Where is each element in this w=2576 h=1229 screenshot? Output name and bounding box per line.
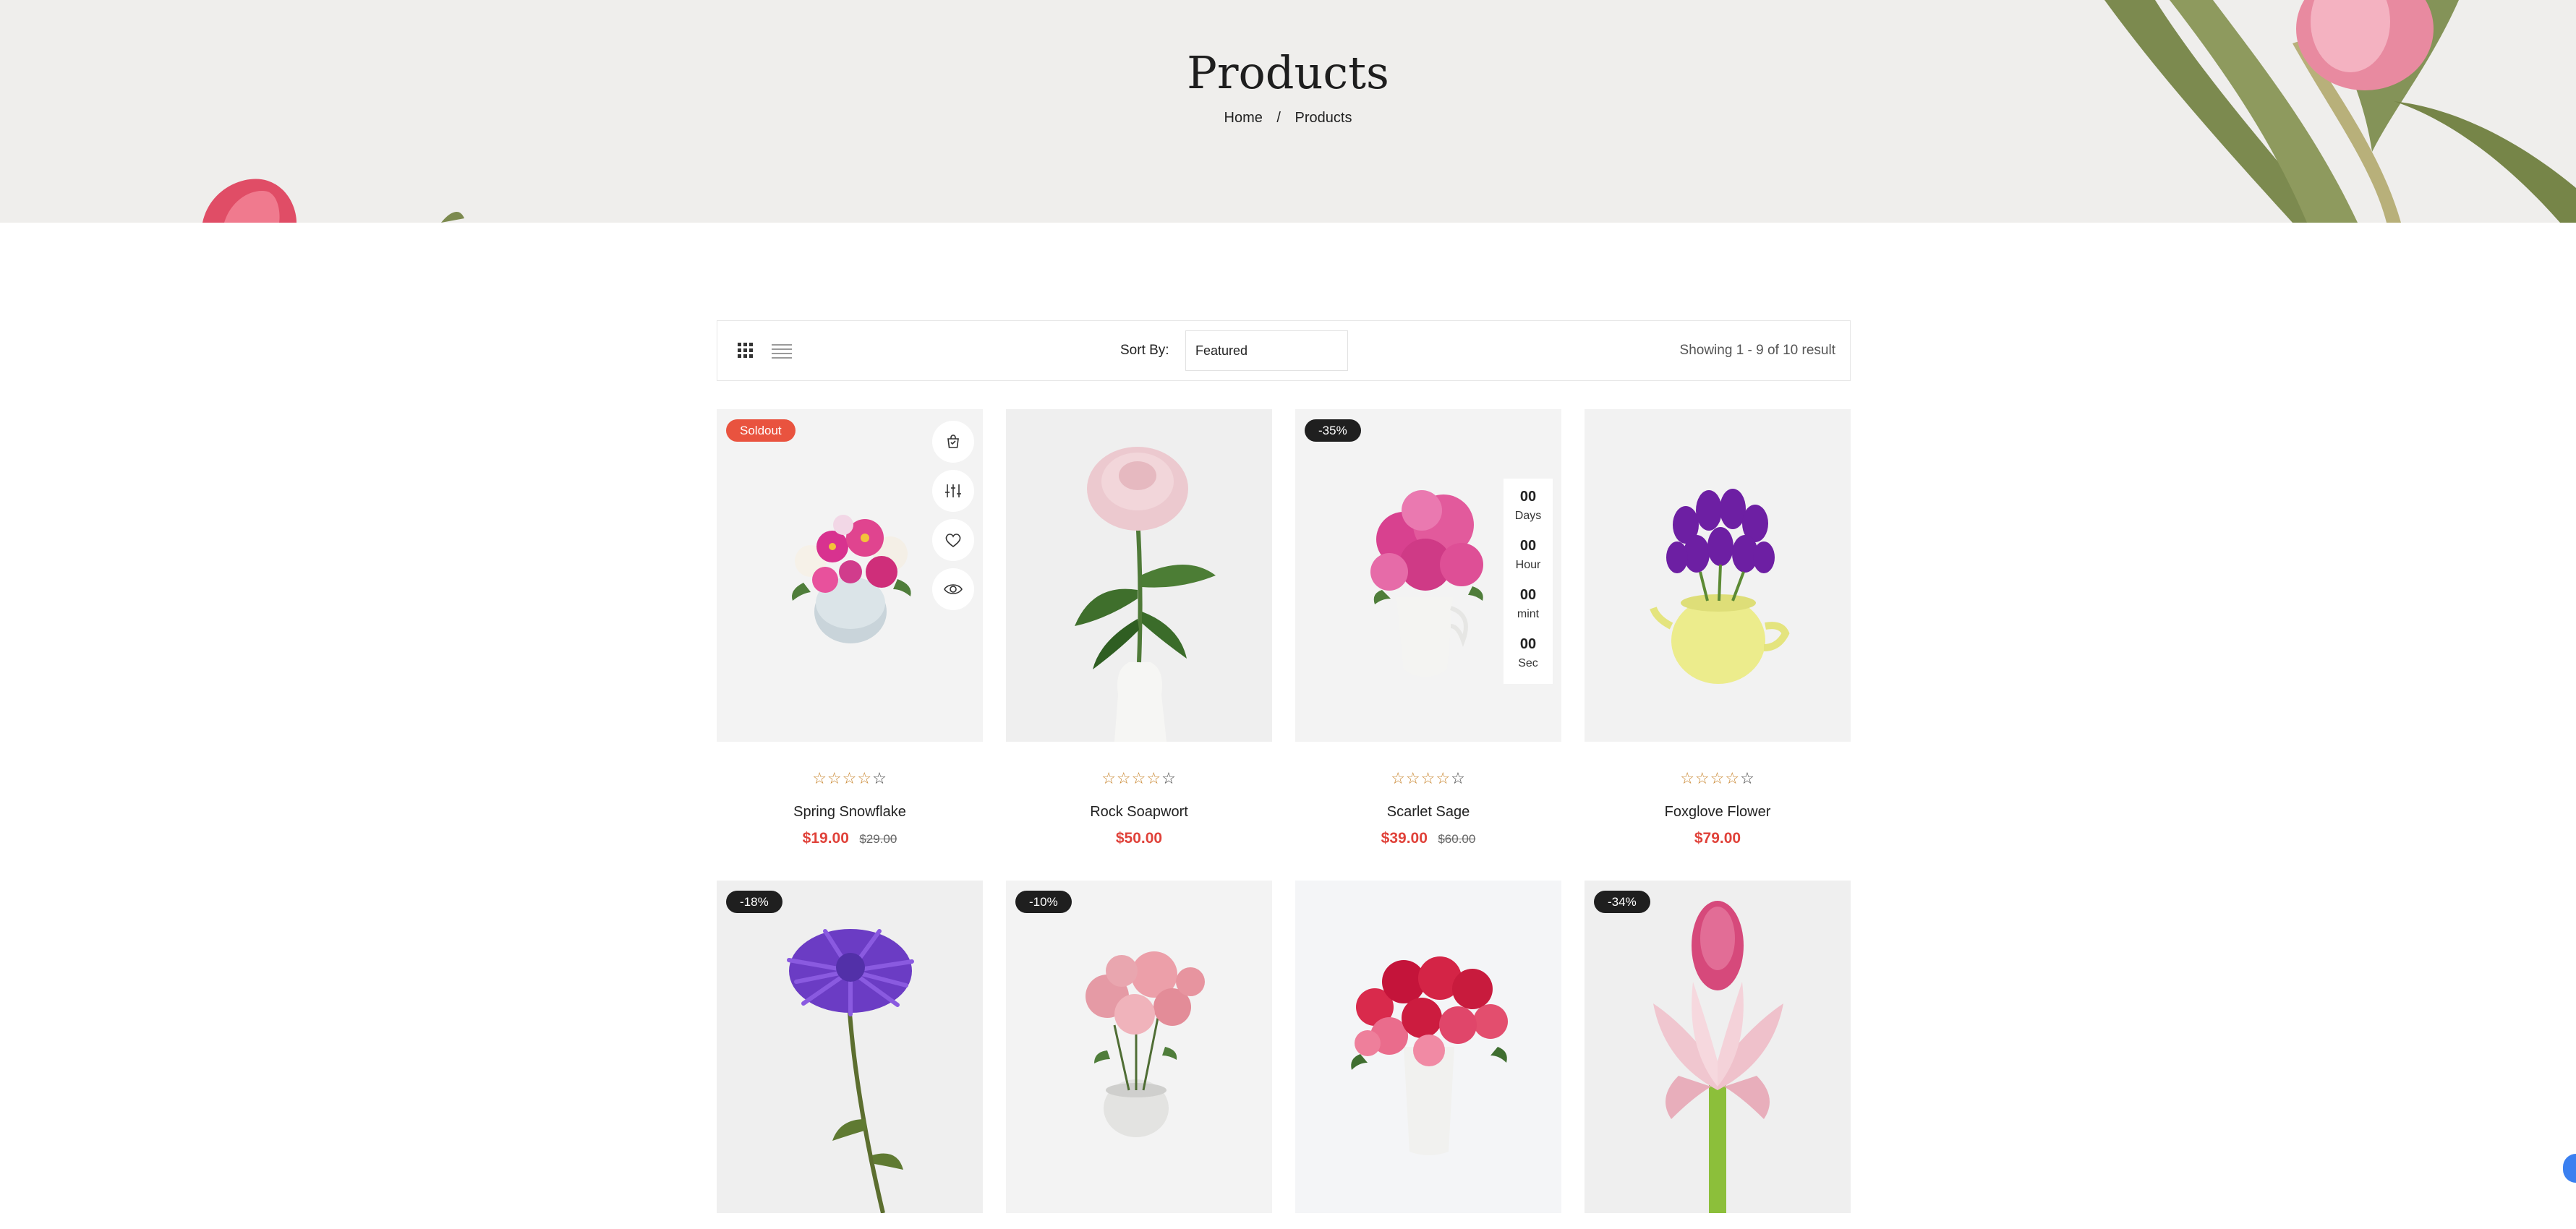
countdown-hours: 00 Hour [1515,538,1541,571]
product-name[interactable]: Spring Snowflake [717,804,983,821]
list-view-button[interactable] [769,340,794,361]
product-name[interactable]: Rock Soapwort [1006,804,1272,821]
result-count: Showing 1 - 9 of 10 result [1679,343,1835,358]
discount-badge: -34% [1594,891,1650,913]
product-price: $19.00 [802,830,849,847]
product-image[interactable] [1295,881,1561,1213]
page-hero-banner: Products Home / Products [0,0,2576,223]
star-rating: ☆☆☆☆☆ [1680,769,1755,787]
page-title: Products [1187,46,1389,99]
sort-label: Sort By: [1120,343,1169,358]
product-name[interactable]: Scarlet Sage [1295,804,1561,821]
price-row: $50.00 [1006,830,1272,847]
discount-badge: -18% [726,891,782,913]
grid-icon [738,343,753,358]
product-photo [1650,489,1790,684]
countdown-minutes: 00 mint [1517,587,1540,620]
product-image[interactable] [1006,409,1272,742]
wishlist-button[interactable] [932,519,974,561]
price-row: $79.00 [1585,830,1851,847]
product-name[interactable]: Foxglove Flower [1585,804,1851,821]
add-to-cart-button[interactable] [932,421,974,463]
eye-icon [944,584,963,594]
heart-icon [945,534,961,548]
product-price: $39.00 [1381,830,1428,847]
discount-badge: -35% [1305,419,1361,442]
breadcrumb: Home / Products [0,110,2576,127]
tulip-decoration-left [202,179,464,223]
price-row: $39.00 $60.00 [1295,830,1561,847]
countdown-timer: 00 Days 00 Hour 00 mint 00 Sec [1504,479,1553,684]
product-image[interactable]: -35% 00 Days 00 Hour 00 mint 00 Sec [1295,409,1561,742]
chat-widget-tab[interactable] [2563,1154,2576,1183]
shop-toolbar: Sort By: Featured Showing 1 - 9 of 10 re… [717,320,1851,381]
breadcrumb-home-link[interactable]: Home [1224,110,1263,126]
discount-badge: -10% [1015,891,1072,913]
list-icon [772,344,792,359]
breadcrumb-separator: / [1276,110,1281,126]
product-old-price: $29.00 [859,832,897,846]
cart-icon [947,434,959,448]
product-actions [932,421,974,617]
countdown-days: 00 Days [1514,489,1542,522]
sort-select[interactable]: Featured [1185,330,1348,371]
product-price: $50.00 [1115,830,1163,847]
star-rating: ☆☆☆☆☆ [1391,769,1466,787]
product-old-price: $60.00 [1438,832,1476,846]
price-row: $19.00 $29.00 [717,830,983,847]
star-rating: ☆☆☆☆☆ [1101,769,1177,787]
product-photo [1086,951,1205,1137]
product-photo [1351,956,1508,1155]
compare-button[interactable] [932,470,974,512]
countdown-seconds: 00 Sec [1518,636,1538,669]
grid-view-button[interactable] [735,340,756,361]
soldout-badge: Soldout [726,419,796,442]
quick-view-button[interactable] [932,568,974,610]
product-image[interactable] [1585,409,1851,742]
product-photo [1075,447,1216,742]
product-photo [1653,901,1783,1213]
product-price: $79.00 [1694,830,1741,847]
product-photo [787,929,914,1213]
product-image[interactable]: -34% [1585,881,1851,1213]
star-rating: ☆☆☆☆☆ [812,769,887,787]
product-image[interactable]: Soldout [717,409,983,742]
product-image[interactable]: -18% [717,881,983,1213]
breadcrumb-current: Products [1295,110,1352,126]
compare-icon [945,484,961,497]
product-image[interactable]: -10% [1006,881,1272,1213]
